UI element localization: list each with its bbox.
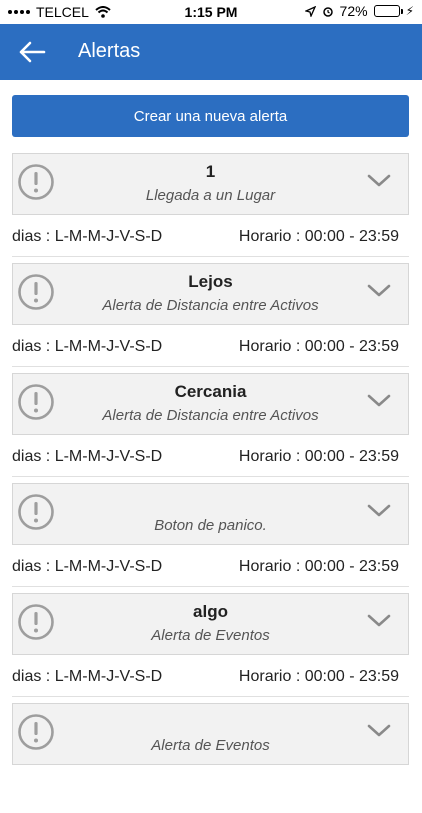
exclamation-circle-icon	[17, 273, 55, 311]
divider	[12, 256, 409, 257]
alert-days: dias : L-M-M-J-V-S-D	[12, 338, 163, 355]
divider	[12, 696, 409, 697]
alert-item: Cercania Alerta de Distancia entre Activo…	[0, 373, 422, 483]
app-bar: Alertas	[0, 24, 422, 80]
status-right: 72% ⚡	[304, 3, 414, 19]
alert-list: 1 Llegada a un Lugar dias : L-M-M-J-V-S-D H…	[0, 153, 422, 813]
alert-days: dias : L-M-M-J-V-S-D	[12, 558, 163, 575]
alert-item: 1 Llegada a un Lugar dias : L-M-M-J-V-S-D H…	[0, 153, 422, 263]
alert-card[interactable]: Lejos Alerta de Distancia entre Activos	[12, 263, 409, 325]
exclamation-circle-icon	[17, 163, 55, 201]
page-title: Alertas	[78, 40, 141, 62]
chevron-down-icon[interactable]	[366, 282, 392, 300]
alert-type: Boton de panico.	[154, 517, 267, 534]
alert-type: Alerta de Distancia entre Activos	[102, 297, 319, 314]
alert-type: Alerta de Distancia entre Activos	[102, 407, 319, 424]
alert-days: dias : L-M-M-J-V-S-D	[12, 668, 163, 685]
divider	[12, 476, 409, 477]
charging-icon: ⚡	[405, 4, 414, 18]
alert-schedule: Horario : 00:00 - 23:59	[238, 668, 399, 685]
alert-card[interactable]: Cercania Alerta de Distancia entre Activo…	[12, 373, 409, 435]
divider	[12, 586, 409, 587]
status-bar: TELCEL 1:15 PM 72% ⚡	[0, 0, 422, 24]
exclamation-circle-icon	[17, 493, 55, 531]
alert-card[interactable]: algo Alerta de Eventos	[12, 593, 409, 655]
alert-name: 1	[205, 162, 216, 181]
alert-item: Alerta de Eventos	[0, 703, 422, 813]
alert-type: Alerta de Eventos	[151, 627, 270, 644]
chevron-down-icon[interactable]	[366, 612, 392, 630]
alert-name: algo	[193, 602, 228, 621]
chevron-down-icon[interactable]	[366, 392, 392, 410]
location-icon	[304, 5, 316, 17]
alert-item: algo Alerta de Eventos dias : L-M-M-J-V-S-…	[0, 593, 422, 703]
alert-type: Alerta de Eventos	[151, 737, 270, 754]
alert-card[interactable]: 1 Llegada a un Lugar	[12, 153, 409, 215]
alert-item: Boton de panico. dias : L-M-M-J-V-S-D Hora…	[0, 483, 422, 593]
alert-days: dias : L-M-M-J-V-S-D	[12, 448, 163, 465]
alert-schedule: Horario : 00:00 - 23:59	[238, 338, 399, 355]
alert-item: Lejos Alerta de Distancia entre Activos di…	[0, 263, 422, 373]
exclamation-circle-icon	[17, 383, 55, 421]
alert-schedule: Horario : 00:00 - 23:59	[238, 448, 399, 465]
exclamation-circle-icon	[17, 603, 55, 641]
alert-type: Llegada a un Lugar	[145, 187, 276, 204]
alert-name: Lejos	[188, 272, 233, 291]
exclamation-circle-icon	[17, 713, 55, 751]
alert-schedule: Horario : 00:00 - 23:59	[238, 558, 399, 575]
alert-schedule: Horario : 00:00 - 23:59	[238, 228, 399, 245]
alert-name: Cercania	[174, 382, 247, 401]
chevron-down-icon[interactable]	[366, 502, 392, 520]
divider	[12, 366, 409, 367]
battery-icon	[373, 5, 403, 17]
battery-percent: 72%	[339, 3, 368, 19]
alert-card[interactable]: Alerta de Eventos	[12, 703, 409, 765]
create-alert-button[interactable]: Crear una nueva alerta	[12, 95, 409, 137]
alert-card[interactable]: Boton de panico.	[12, 483, 409, 545]
alert-days: dias : L-M-M-J-V-S-D	[12, 228, 163, 245]
chevron-down-icon[interactable]	[366, 722, 392, 740]
alarm-icon	[322, 7, 333, 17]
chevron-down-icon[interactable]	[366, 172, 392, 190]
arrow-left-icon[interactable]	[18, 40, 46, 64]
